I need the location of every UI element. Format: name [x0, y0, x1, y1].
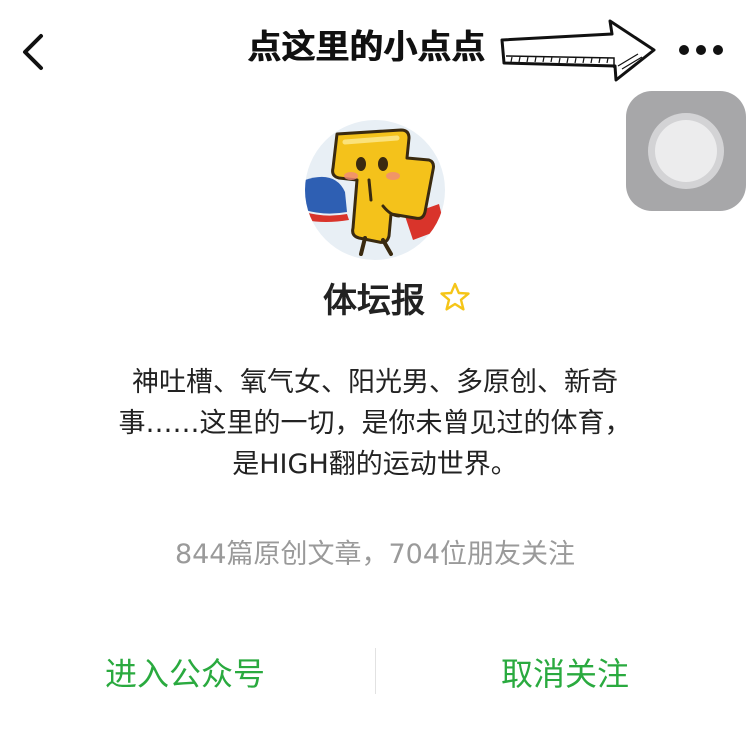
more-dots-icon: [679, 45, 723, 55]
official-account-profile-page: 点这里的小点点 体坛报 神吐槽、氧气女、阳光男、多原创、新奇 事……这里的一切，…: [0, 0, 750, 746]
account-avatar: [305, 120, 445, 260]
hand-drawn-arrow-icon: [500, 19, 656, 82]
account-description: 神吐槽、氧气女、阳光男、多原创、新奇 事……这里的一切，是你未曾见过的体育， 是…: [70, 362, 680, 485]
floating-ball-button[interactable]: [626, 91, 746, 211]
more-button[interactable]: [676, 36, 726, 64]
description-line: 是HIGH翻的运动世界。: [232, 449, 518, 480]
description-line: 事……这里的一切，是你未曾见过的体育，: [118, 408, 632, 439]
star-outline-icon[interactable]: [439, 281, 471, 313]
account-name-row: 体坛报: [0, 272, 750, 322]
back-button[interactable]: [14, 30, 54, 74]
divider: [375, 648, 376, 694]
description-line: 神吐槽、氧气女、阳光男、多原创、新奇: [132, 367, 618, 398]
enter-account-button[interactable]: 进入公众号: [60, 640, 310, 704]
chevron-left-icon: [23, 34, 43, 70]
action-bar: 进入公众号 取消关注: [0, 640, 750, 704]
account-stats: 844篇原创文章，704位朋友关注: [174, 539, 576, 570]
account-name: 体坛报: [323, 280, 425, 321]
mascot-avatar-image: [305, 120, 445, 260]
unfollow-button[interactable]: 取消关注: [440, 640, 690, 704]
hint-annotation-text: 点这里的小点点: [248, 27, 486, 66]
